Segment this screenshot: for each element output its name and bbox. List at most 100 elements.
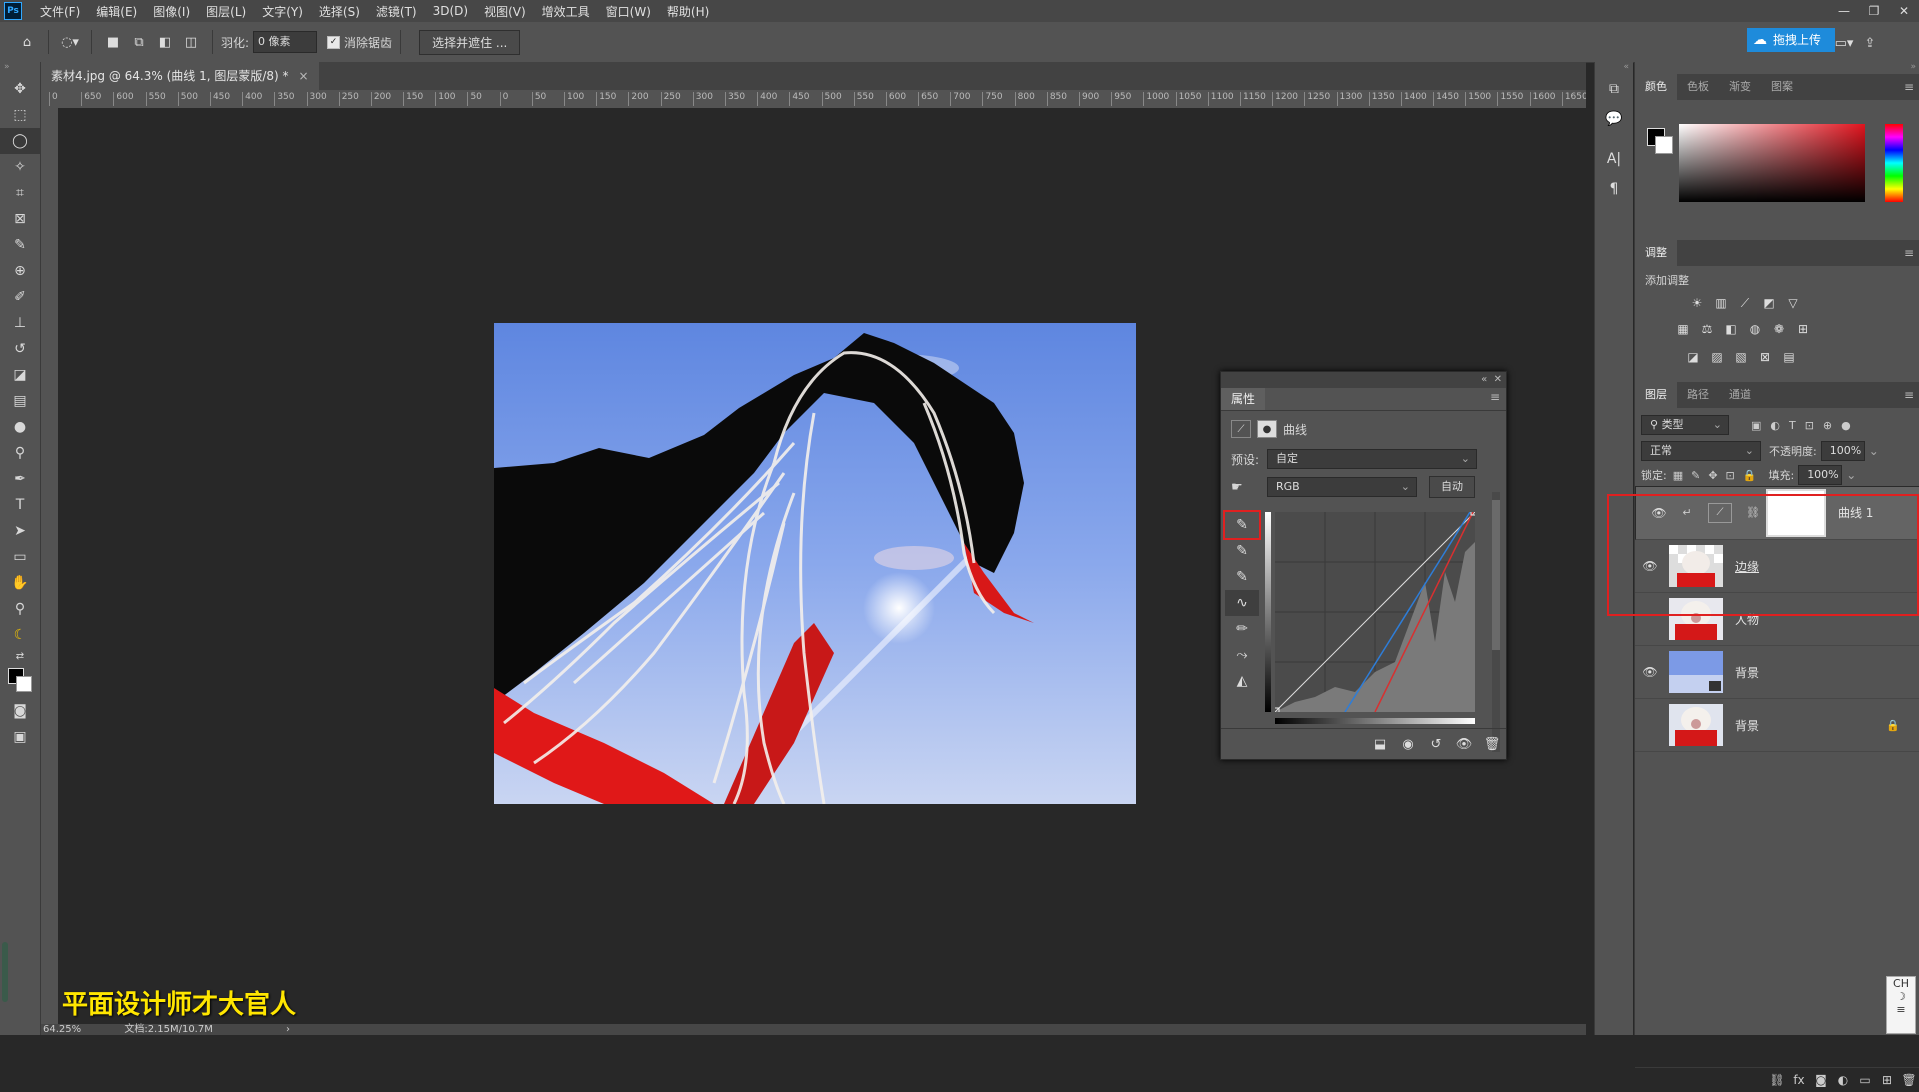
lock-icons[interactable]: ▦✎✥⊡🔒 [1673,469,1765,482]
menu-type[interactable]: 文字(Y) [254,3,311,20]
curves-adjust-icon[interactable]: ⟋ [1231,420,1251,438]
collapse-icon[interactable]: » [0,62,40,76]
character-panel-icon[interactable]: A| [1595,144,1633,174]
new-selection-icon[interactable]: ■ [102,31,124,53]
black-white-icon[interactable]: ◧ [1719,318,1743,340]
eye-icon[interactable]: 👁 [1635,665,1665,679]
brush-tool-icon[interactable]: ✐ [0,284,40,310]
threshold-icon[interactable]: ▧ [1729,346,1753,368]
fill-dropdown-icon[interactable]: ⌄ [1846,468,1856,482]
magic-wand-icon[interactable]: ✧ [0,154,40,180]
black-point-eyedropper-icon[interactable]: ✎ [1223,510,1261,540]
menu-window[interactable]: 窗口(W) [598,3,659,20]
tab-swatches[interactable]: 色板 [1677,74,1719,100]
intersect-selection-icon[interactable]: ◫ [180,31,202,53]
add-selection-icon[interactable]: ⧉ [128,31,150,53]
antialias-checkbox[interactable]: ✓ [327,35,341,49]
gradient-tool-icon[interactable]: ▤ [0,388,40,414]
fx-icon[interactable]: fx [1788,1073,1810,1087]
color-swatches[interactable] [0,664,40,698]
channel-mixer-icon[interactable]: ❁ [1767,318,1791,340]
photo-filter-icon[interactable]: ◍ [1743,318,1767,340]
tab-patterns[interactable]: 图案 [1761,74,1803,100]
history-brush-icon[interactable]: ↺ [0,336,40,362]
banana-icon[interactable]: ☾ [0,622,40,648]
status-arrow-icon[interactable]: › [286,1024,290,1035]
opacity-input[interactable]: 100% [1820,441,1865,461]
properties-tab[interactable]: 属性 [1221,388,1266,410]
tab-close-icon[interactable]: × [299,69,309,83]
select-and-mask-button[interactable]: 选择并遮住 ... [419,29,521,55]
marquee-tool-icon[interactable]: ⬚ [0,102,40,128]
screen-mode-icon[interactable]: ▣ [0,724,40,750]
layer-name[interactable]: 背景 [1735,664,1759,681]
move-tool-icon[interactable]: ✥ [0,76,40,102]
paragraph-panel-icon[interactable]: ¶ [1595,174,1633,204]
channel-select[interactable]: RGB ⌄ [1267,477,1417,497]
document-tab[interactable]: 素材4.jpg @ 64.3% (曲线 1, 图层蒙版/8) * × [41,62,319,90]
layer-name[interactable]: 背景 [1735,717,1759,734]
pencil-icon[interactable]: ✏ [1225,616,1259,642]
brightness-icon[interactable]: ☀ [1685,292,1709,314]
workspace-icon[interactable]: ▭▾ [1833,32,1855,54]
exposure-icon[interactable]: ◩ [1757,292,1781,314]
pen-tool-icon[interactable]: ✒ [0,466,40,492]
smooth-icon[interactable]: ⤳ [1225,642,1259,668]
layer-row-background[interactable]: 背景 🔒 [1635,699,1919,752]
layer-filter-icons[interactable]: ▣◐T⊡⊕● [1751,419,1860,432]
curves-icon[interactable]: ⟋ [1733,292,1757,314]
menu-image[interactable]: 图像(I) [145,3,198,20]
dodge-tool-icon[interactable]: ⚲ [0,440,40,466]
vibrance-icon[interactable]: ▽ [1781,292,1805,314]
feather-input[interactable]: 0 像素 [253,31,318,53]
stamp-tool-icon[interactable]: ⊥ [0,310,40,336]
eraser-tool-icon[interactable]: ◪ [0,362,40,388]
tab-paths[interactable]: 路径 [1677,382,1719,408]
quick-mask-icon[interactable]: ◙ [0,698,40,724]
menu-help[interactable]: 帮助(H) [659,3,717,20]
layer-row-background-copy[interactable]: 👁 背景 [1635,646,1919,699]
home-icon[interactable]: ⌂ [16,31,38,53]
properties-scrollbar[interactable] [1492,492,1500,752]
document-image[interactable] [494,323,1136,804]
menu-3d[interactable]: 3D(D) [425,4,476,18]
curve-point-icon[interactable]: ∿ [1225,590,1259,616]
minimize-icon[interactable]: — [1829,0,1859,22]
invert-icon[interactable]: ◪ [1681,346,1705,368]
selective-color-icon[interactable]: ⊠ [1753,346,1777,368]
menu-view[interactable]: 视图(V) [476,3,534,20]
gray-point-eyedropper-icon[interactable]: ✎ [1225,538,1259,564]
blur-tool-icon[interactable]: ● [0,414,40,440]
tab-color[interactable]: 颜色 [1635,74,1677,100]
panel-collapse-icon[interactable]: « [1481,374,1487,385]
mask-icon[interactable]: ● [1257,420,1277,438]
healing-brush-icon[interactable]: ⊕ [0,258,40,284]
new-layer-icon[interactable]: ⊞ [1876,1073,1898,1087]
new-group-icon[interactable]: ▭ [1854,1073,1876,1087]
panel-close-icon[interactable]: ✕ [1494,374,1502,385]
menu-layer[interactable]: 图层(L) [198,3,254,20]
preset-select[interactable]: 自定 ⌄ [1267,449,1477,469]
share-icon[interactable]: ⇪ [1859,32,1881,54]
strip-collapse-icon[interactable]: « [1595,62,1633,74]
posterize-icon[interactable]: ▨ [1705,346,1729,368]
reset-icon[interactable]: ↺ [1422,737,1450,752]
target-adjust-icon[interactable]: ☛ [1231,480,1267,495]
color-panel-menu-icon[interactable]: ≡ [1904,74,1914,100]
menu-select[interactable]: 选择(S) [311,3,368,20]
close-icon[interactable]: ✕ [1889,0,1919,22]
levels-icon[interactable]: ▥ [1709,292,1733,314]
ime-indicator[interactable]: CH ☽ ≡ [1886,976,1916,1034]
tab-adjustments[interactable]: 调整 [1635,240,1677,266]
link-layers-icon[interactable]: ⛓ [1766,1073,1788,1087]
white-point-eyedropper-icon[interactable]: ✎ [1225,564,1259,590]
lasso-tool-icon[interactable]: ◯ [0,128,40,154]
layers-panel-menu-icon[interactable]: ≡ [1904,382,1914,408]
color-balance-icon[interactable]: ⚖ [1695,318,1719,340]
adjust-panel-menu-icon[interactable]: ≡ [1904,240,1914,266]
panel-menu-icon[interactable]: ≡ [1490,390,1500,404]
tab-gradients[interactable]: 渐变 [1719,74,1761,100]
delete-layer-icon[interactable]: 🗑 [1898,1073,1919,1087]
add-mask-icon[interactable]: ◙ [1810,1073,1832,1087]
opacity-dropdown-icon[interactable]: ⌄ [1869,444,1879,458]
